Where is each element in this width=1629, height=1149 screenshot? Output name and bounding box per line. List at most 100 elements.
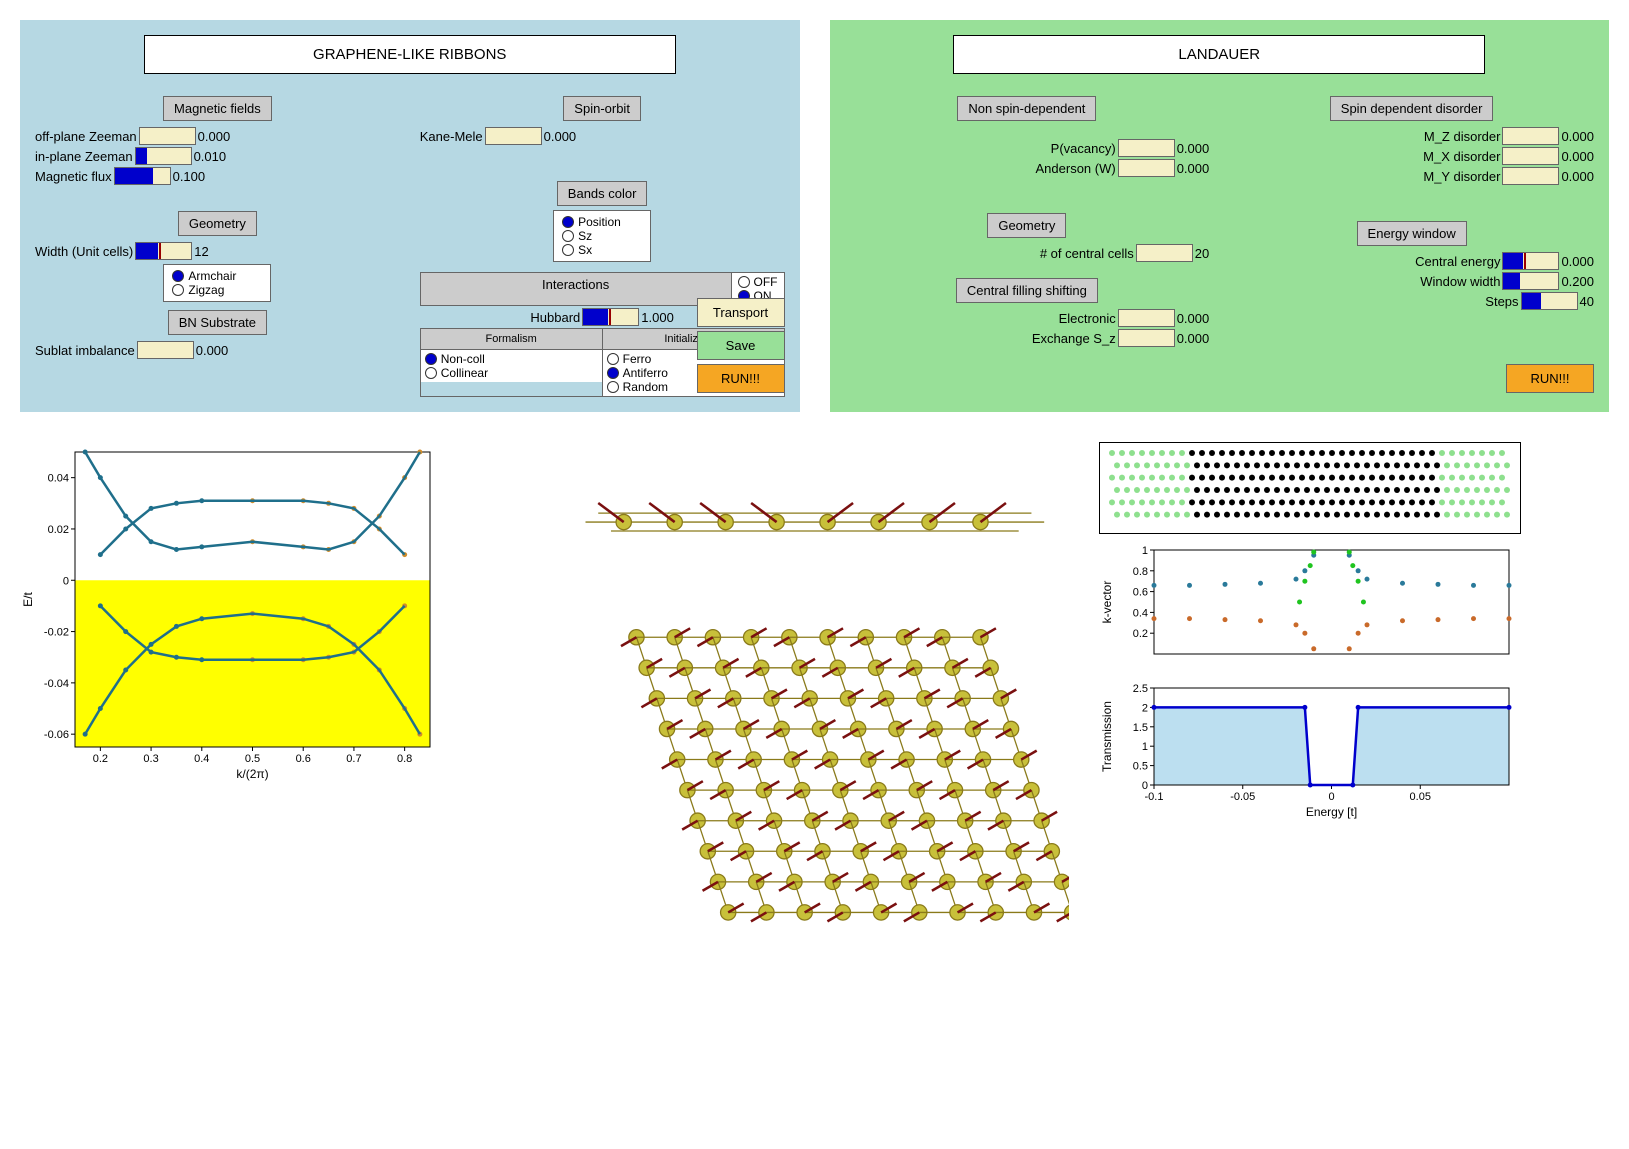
pvac-slider[interactable] <box>1118 139 1175 157</box>
my-label: M_Y disorder <box>1423 169 1500 184</box>
steps-val: 40 <box>1580 294 1594 309</box>
mx-label: M_X disorder <box>1423 149 1500 164</box>
radio-dot-icon <box>562 230 574 242</box>
svg-text:E/t: E/t <box>21 591 35 606</box>
formalism-noncoll[interactable]: Non-coll <box>425 352 598 366</box>
interactions-off[interactable]: OFF <box>738 275 778 289</box>
svg-text:0.5: 0.5 <box>245 753 260 765</box>
ribbon-geometry-plot <box>1099 442 1521 534</box>
ribbons-buttons: Transport Save RUN!!! <box>697 294 785 397</box>
off-plane-val: 0.000 <box>198 129 231 144</box>
transport-button[interactable]: Transport <box>697 298 785 327</box>
ww-label: Window width <box>1420 274 1500 289</box>
radio-dot-icon <box>562 244 574 256</box>
radio-dot-icon <box>607 353 619 365</box>
kvector-chart: 0.20.40.60.81k-vector <box>1099 542 1519 672</box>
svg-text:0.5: 0.5 <box>1133 761 1148 773</box>
radio-dot-icon <box>172 284 184 296</box>
hubbard-label: Hubbard <box>530 310 580 325</box>
kane-label: Kane-Mele <box>420 129 483 144</box>
bandscolor-group: Position Sz Sx <box>553 210 651 262</box>
ce-val: 0.000 <box>1561 254 1594 269</box>
bn-header: BN Substrate <box>168 310 267 335</box>
svg-text:0: 0 <box>1329 791 1335 803</box>
land-geometry-header: Geometry <box>987 213 1066 238</box>
svg-text:Transmission: Transmission <box>1100 701 1114 772</box>
anderson-val: 0.000 <box>1177 161 1210 176</box>
svg-text:1.5: 1.5 <box>1133 722 1148 734</box>
spindis-header: Spin dependent disorder <box>1330 96 1494 121</box>
bandscolor-position[interactable]: Position <box>562 215 642 229</box>
off-plane-slider[interactable] <box>139 127 196 145</box>
svg-text:0.8: 0.8 <box>1133 566 1148 578</box>
ww-val: 0.200 <box>1561 274 1594 289</box>
kane-slider[interactable] <box>485 127 542 145</box>
svg-text:1: 1 <box>1142 545 1148 557</box>
sublat-label: Sublat imbalance <box>35 343 135 358</box>
mx-val: 0.000 <box>1561 149 1594 164</box>
landauer-title: LANDAUER <box>953 35 1485 74</box>
elec-slider[interactable] <box>1118 309 1175 327</box>
svg-text:2: 2 <box>1142 702 1148 714</box>
radio-dot-icon <box>425 367 437 379</box>
width-label: Width (Unit cells) <box>35 244 133 259</box>
svg-text:k/(2π): k/(2π) <box>236 767 268 781</box>
landauer-left-col: Non spin-dependent P(vacancy) 0.000 Ande… <box>845 92 1210 349</box>
bandscolor-sx[interactable]: Sx <box>562 243 642 257</box>
edge-armchair[interactable]: Armchair <box>172 269 262 283</box>
ww-slider[interactable] <box>1502 272 1559 290</box>
svg-text:k-vector: k-vector <box>1100 581 1114 624</box>
ce-slider[interactable] <box>1502 252 1559 270</box>
anderson-label: Anderson (W) <box>1036 161 1116 176</box>
svg-text:0: 0 <box>63 575 69 587</box>
landauer-run-button[interactable]: RUN!!! <box>1506 364 1594 393</box>
pvac-val: 0.000 <box>1177 141 1210 156</box>
width-slider[interactable] <box>135 242 192 260</box>
transport-charts: 0.20.40.60.81k-vector -0.1-0.0500.0500.5… <box>1099 442 1609 820</box>
edge-zigzag[interactable]: Zigzag <box>172 283 262 297</box>
width-val: 12 <box>194 244 208 259</box>
radio-dot-icon <box>425 353 437 365</box>
svg-text:-0.06: -0.06 <box>44 729 69 741</box>
radio-dot-icon <box>562 216 574 228</box>
exch-val: 0.000 <box>1177 331 1210 346</box>
in-plane-label: in-plane Zeeman <box>35 149 133 164</box>
flux-slider[interactable] <box>114 167 171 185</box>
my-val: 0.000 <box>1561 169 1594 184</box>
elec-label: Electronic <box>1059 311 1116 326</box>
pvac-label: P(vacancy) <box>1051 141 1116 156</box>
formalism-collinear[interactable]: Collinear <box>425 366 598 380</box>
svg-text:0.4: 0.4 <box>194 753 209 765</box>
mz-slider[interactable] <box>1502 127 1559 145</box>
sublat-slider[interactable] <box>137 341 194 359</box>
steps-slider[interactable] <box>1521 292 1578 310</box>
svg-text:0.04: 0.04 <box>48 473 69 485</box>
cells-val: 20 <box>1195 246 1209 261</box>
svg-text:0.7: 0.7 <box>346 753 361 765</box>
hubbard-slider[interactable] <box>582 308 639 326</box>
my-slider[interactable] <box>1502 167 1559 185</box>
kane-val: 0.000 <box>544 129 577 144</box>
run-button[interactable]: RUN!!! <box>697 364 785 393</box>
band-structure-chart: 0.20.30.40.50.60.70.8-0.06-0.04-0.0200.0… <box>20 442 530 782</box>
exch-slider[interactable] <box>1118 329 1175 347</box>
radio-dot-icon <box>607 367 619 379</box>
svg-text:Energy [t]: Energy [t] <box>1306 805 1357 819</box>
svg-text:0.2: 0.2 <box>93 753 108 765</box>
spinorbit-header: Spin-orbit <box>563 96 641 121</box>
svg-text:0.2: 0.2 <box>1133 628 1148 640</box>
landauer-right-col: Spin dependent disorder M_Z disorder 0.0… <box>1229 92 1594 349</box>
save-button[interactable]: Save <box>697 331 785 360</box>
bandscolor-sz[interactable]: Sz <box>562 229 642 243</box>
lattice-persp-icon <box>560 599 1070 956</box>
in-plane-slider[interactable] <box>135 147 192 165</box>
svg-text:0.05: 0.05 <box>1410 791 1431 803</box>
mx-slider[interactable] <box>1502 147 1559 165</box>
ribbons-panel: GRAPHENE-LIKE RIBBONS Magnetic fields of… <box>20 20 800 412</box>
in-plane-val: 0.010 <box>194 149 227 164</box>
cells-slider[interactable] <box>1136 244 1193 262</box>
mz-val: 0.000 <box>1561 129 1594 144</box>
anderson-slider[interactable] <box>1118 159 1175 177</box>
shift-header: Central filling shifting <box>956 278 1098 303</box>
off-plane-label: off-plane Zeeman <box>35 129 137 144</box>
